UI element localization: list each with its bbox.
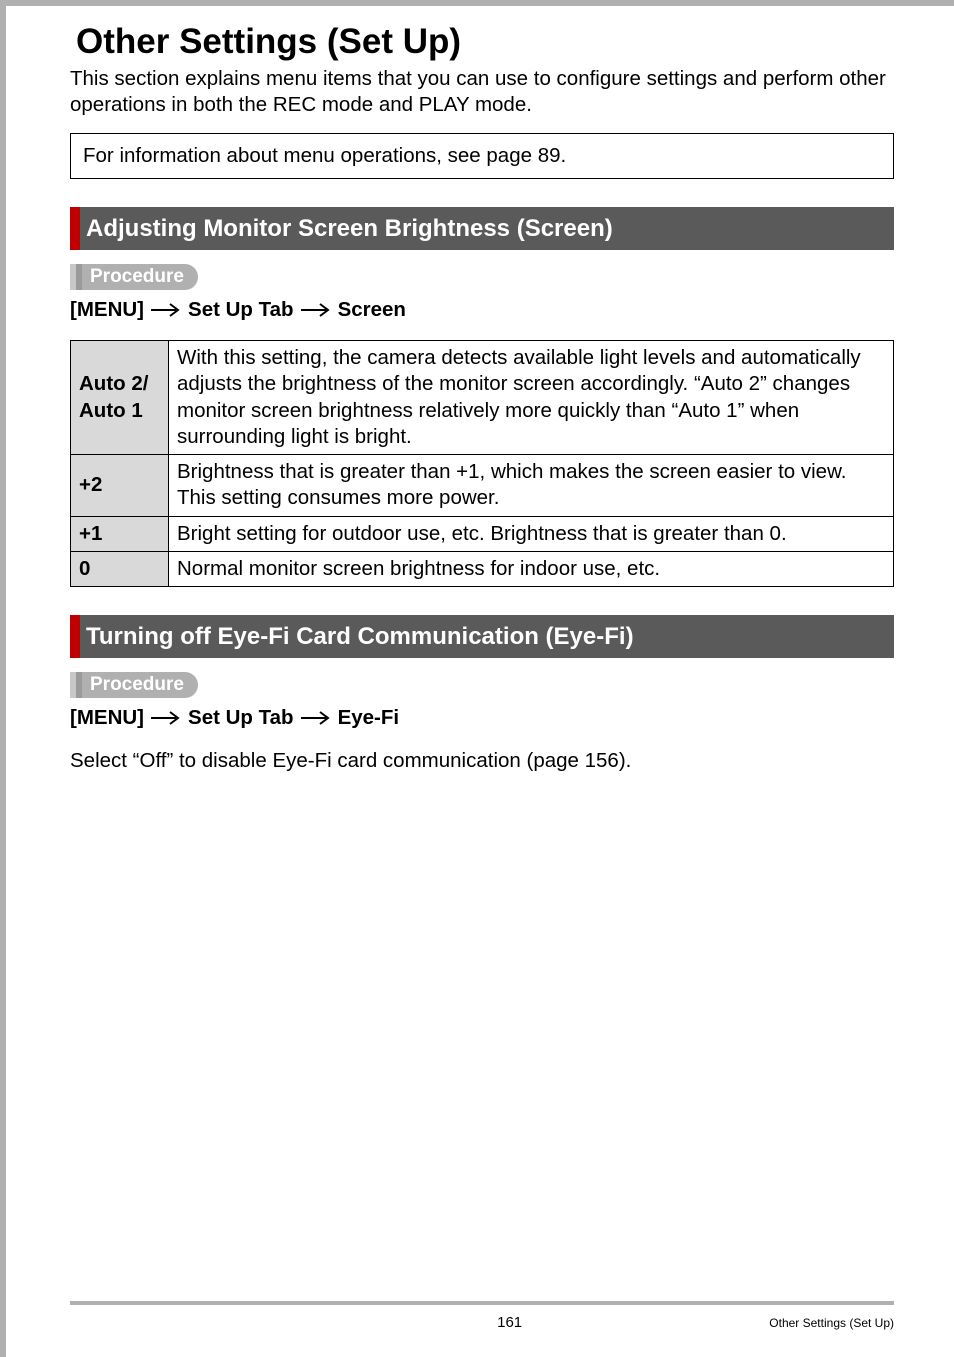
page-title: Other Settings (Set Up): [76, 22, 894, 62]
menu-path-part: Set Up Tab: [188, 706, 294, 730]
menu-path-eyefi: [MENU] Set Up Tab Eye-Fi: [70, 706, 894, 730]
arrow-right-icon: [300, 711, 332, 725]
arrow-right-icon: [150, 711, 182, 725]
footer-page-number: 161: [70, 1314, 769, 1331]
table-row: 0 Normal monitor screen brightness for i…: [71, 551, 894, 586]
setting-desc: With this setting, the camera detects av…: [169, 341, 894, 455]
procedure-label-row: Procedure: [70, 264, 894, 290]
procedure-label: Procedure: [82, 264, 198, 290]
section-body-eyefi: Select “Off” to disable Eye-Fi card comm…: [70, 748, 894, 774]
menu-path-part: [MENU]: [70, 298, 144, 322]
procedure-label: Procedure: [82, 672, 198, 698]
section-heading-eyefi: Turning off Eye-Fi Card Communication (E…: [70, 615, 894, 658]
table-row: Auto 2/ Auto 1 With this setting, the ca…: [71, 341, 894, 455]
info-box: For information about menu operations, s…: [70, 133, 894, 179]
intro-text: This section explains menu items that yo…: [70, 66, 894, 117]
table-row: +1 Bright setting for outdoor use, etc. …: [71, 516, 894, 551]
setting-desc: Bright setting for outdoor use, etc. Bri…: [169, 516, 894, 551]
footer-section-name: Other Settings (Set Up): [769, 1316, 894, 1330]
footer-rule: [70, 1301, 894, 1305]
setting-name: Auto 2/ Auto 1: [71, 341, 169, 455]
menu-path-part: Screen: [338, 298, 406, 322]
page-content: Other Settings (Set Up) This section exp…: [0, 0, 954, 774]
setting-name: 0: [71, 551, 169, 586]
menu-path-screen: [MENU] Set Up Tab Screen: [70, 298, 894, 322]
menu-path-part: [MENU]: [70, 706, 144, 730]
section-heading-screen: Adjusting Monitor Screen Brightness (Scr…: [70, 207, 894, 250]
procedure-label-row: Procedure: [70, 672, 894, 698]
setting-desc: Brightness that is greater than +1, whic…: [169, 455, 894, 516]
settings-table-screen: Auto 2/ Auto 1 With this setting, the ca…: [70, 340, 894, 587]
page-footer: 161 Other Settings (Set Up): [0, 1314, 954, 1331]
table-row: +2 Brightness that is greater than +1, w…: [71, 455, 894, 516]
setting-name: +2: [71, 455, 169, 516]
setting-name: +1: [71, 516, 169, 551]
arrow-right-icon: [300, 303, 332, 317]
arrow-right-icon: [150, 303, 182, 317]
menu-path-part: Set Up Tab: [188, 298, 294, 322]
setting-desc: Normal monitor screen brightness for ind…: [169, 551, 894, 586]
menu-path-part: Eye-Fi: [338, 706, 400, 730]
